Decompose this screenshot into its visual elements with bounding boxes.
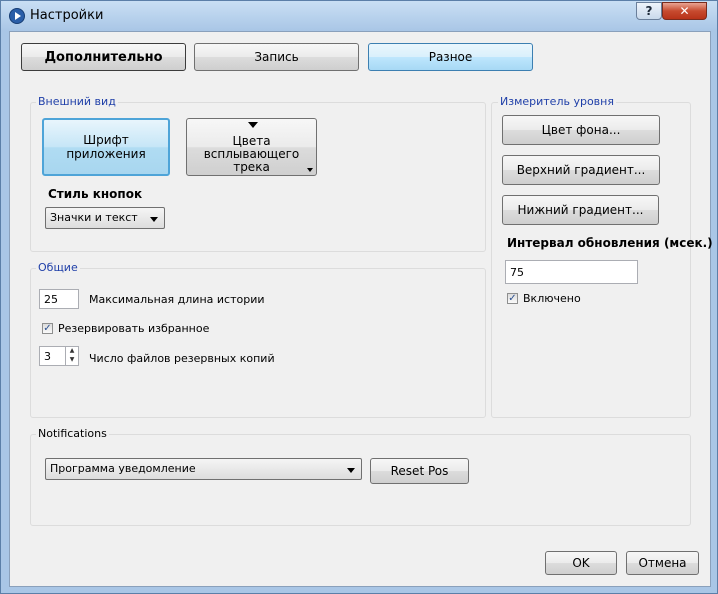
caret-down-icon <box>248 122 258 128</box>
history-length-label: Максимальная длина истории <box>89 293 265 306</box>
popup-colors-label: Цвета всплывающего трека <box>203 133 300 174</box>
help-button[interactable]: ? <box>636 2 662 20</box>
backup-favorites-checkbox[interactable]: ✓ <box>42 323 53 334</box>
close-button[interactable]: ✕ <box>662 2 707 20</box>
spin-down-icon[interactable]: ▼ <box>66 355 78 364</box>
notifications-group-title: Notifications <box>36 427 109 440</box>
cancel-button[interactable]: Отмена <box>626 551 699 575</box>
top-gradient-button[interactable]: Верхний градиент... <box>502 155 660 185</box>
meter-enabled-label: Включено <box>523 292 581 305</box>
notification-program-select[interactable]: Программа уведомление <box>45 458 362 480</box>
chevron-down-icon <box>150 217 158 222</box>
backup-count-input[interactable]: 3 ▲ ▼ <box>39 346 79 366</box>
settings-window: Настройки ? ✕ Дополнительно Запись Разно… <box>0 0 718 594</box>
general-group <box>30 268 486 418</box>
backup-count-label: Число файлов резервных копий <box>89 352 275 365</box>
app-icon <box>9 8 25 24</box>
notifications-group <box>30 434 691 526</box>
appearance-group-title: Внешний вид <box>36 95 118 108</box>
window-title: Настройки <box>30 8 104 23</box>
meter-enabled-checkbox[interactable]: ✓ <box>507 293 518 304</box>
background-color-button[interactable]: Цвет фона... <box>502 115 660 145</box>
dialog-client-area: Дополнительно Запись Разное Внешний вид … <box>9 31 713 587</box>
general-group-title: Общие <box>36 261 80 274</box>
button-style-label: Стиль кнопок <box>48 187 143 201</box>
dropdown-indicator-icon <box>307 168 313 172</box>
tab-misc[interactable]: Разное <box>368 43 533 71</box>
title-bar[interactable]: Настройки ? ✕ <box>1 1 717 29</box>
spin-up-icon[interactable]: ▲ <box>66 346 78 355</box>
button-style-value: Значки и текст <box>50 211 138 224</box>
button-style-select[interactable]: Значки и текст <box>45 207 165 229</box>
backup-favorites-label: Резервировать избранное <box>58 322 210 335</box>
chevron-down-icon <box>347 468 355 473</box>
bottom-gradient-button[interactable]: Нижний градиент... <box>502 195 659 225</box>
level-meter-group-title: Измеритель уровня <box>498 95 616 108</box>
notification-program-value: Программа уведомление <box>50 462 196 475</box>
backup-count-spinner[interactable]: ▲ ▼ <box>65 346 78 366</box>
update-interval-input[interactable]: 75 <box>505 260 638 284</box>
tab-record[interactable]: Запись <box>194 43 359 71</box>
app-font-button[interactable]: Шрифт приложения <box>42 118 170 176</box>
history-length-input[interactable]: 25 <box>39 289 79 309</box>
reset-pos-button[interactable]: Reset Pos <box>370 458 469 484</box>
popup-colors-button[interactable]: Цвета всплывающего трека <box>186 118 317 176</box>
ok-button[interactable]: OK <box>545 551 617 575</box>
update-interval-label: Интервал обновления (мсек.) <box>507 236 713 250</box>
backup-count-value: 3 <box>44 350 51 363</box>
tab-advanced[interactable]: Дополнительно <box>21 43 186 71</box>
